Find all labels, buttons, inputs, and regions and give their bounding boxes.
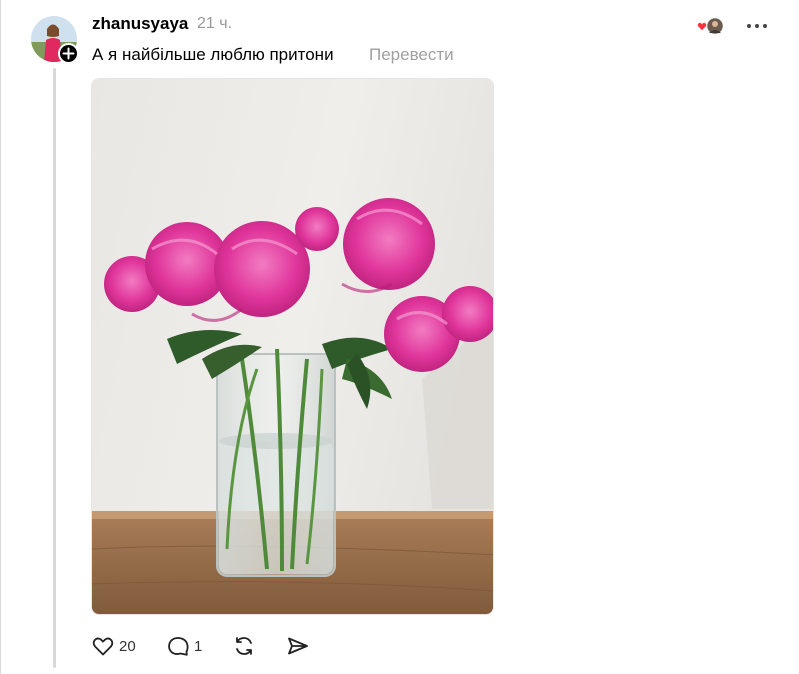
liked-by-indicator[interactable]	[696, 16, 725, 36]
send-icon	[288, 637, 308, 655]
thread-line	[53, 68, 56, 668]
reply-button[interactable]: 1	[166, 631, 202, 661]
heart-icon	[92, 637, 114, 656]
post-time: 21 ч.	[197, 15, 233, 32]
post-text: А я найбільше люблю притони	[92, 45, 334, 64]
plus-icon	[62, 47, 75, 60]
ellipsis-icon	[747, 24, 767, 28]
share-button[interactable]	[286, 631, 310, 661]
heart-avatar-icon	[696, 16, 725, 36]
username[interactable]: zhanusyaya	[92, 14, 188, 34]
thread-post: zhanusyaya 21 ч. А я найбільше люблю при…	[0, 0, 799, 674]
more-options-button[interactable]	[745, 14, 769, 38]
reply-count: 1	[194, 637, 203, 655]
comment-icon	[168, 637, 189, 656]
repost-button[interactable]	[232, 631, 256, 661]
like-count: 20	[119, 637, 136, 655]
repost-icon	[236, 637, 252, 655]
post-image[interactable]	[91, 78, 494, 615]
translate-link[interactable]: Перевести	[369, 45, 454, 65]
like-button[interactable]: 20	[91, 631, 136, 661]
follow-button[interactable]	[58, 43, 79, 64]
